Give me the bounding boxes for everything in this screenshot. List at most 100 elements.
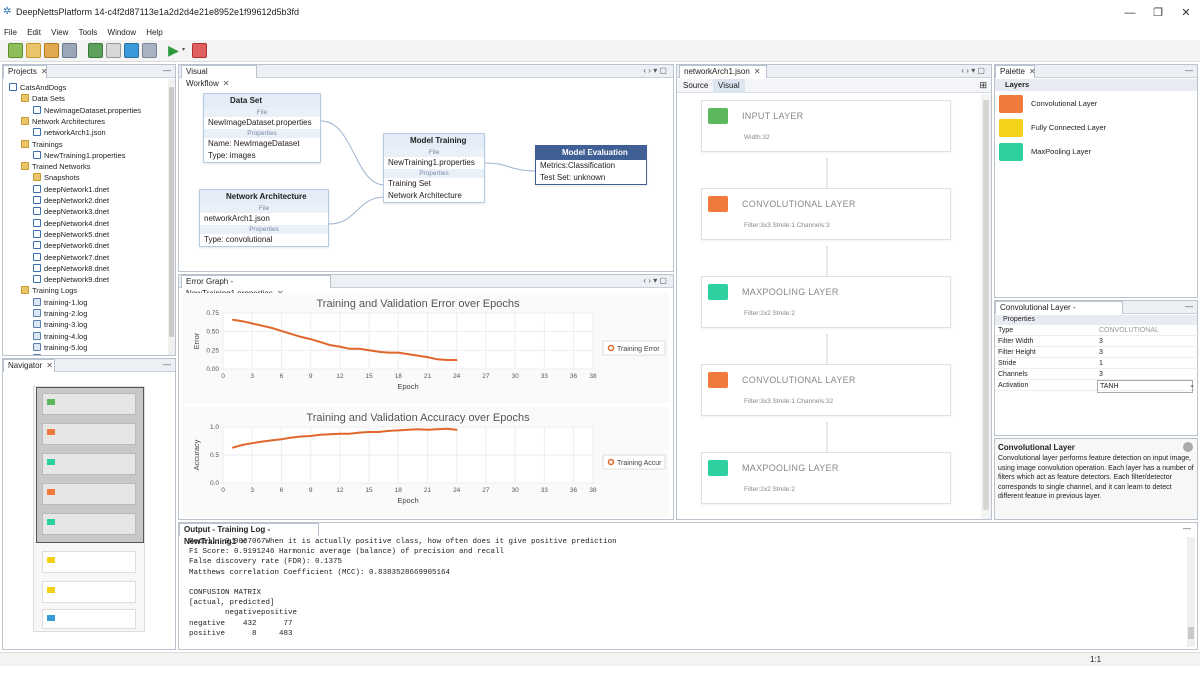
tree-item[interactable]: training-4.log xyxy=(33,331,87,342)
minimize-panel-icon[interactable]: — xyxy=(1185,66,1193,75)
run-icon[interactable]: ▶ xyxy=(166,43,181,58)
panel-controls-icon[interactable]: ‹ › ▾ ▢ xyxy=(961,66,985,75)
minimize-panel-icon[interactable]: — xyxy=(1183,524,1191,533)
tree-item[interactable]: deepNetwork7.dnet xyxy=(33,252,109,263)
palette-item[interactable]: MaxPooling Layer xyxy=(999,141,1193,163)
layer-card[interactable]: INPUT LAYER Width:32 xyxy=(701,100,951,152)
minimize-panel-icon[interactable]: — xyxy=(1185,302,1193,311)
property-row[interactable]: Filter Width 3 xyxy=(995,336,1199,347)
property-row[interactable]: Channels 3 xyxy=(995,369,1199,380)
stop-icon[interactable] xyxy=(192,43,207,58)
tree-item[interactable]: training-6.log xyxy=(33,353,87,355)
tab-properties[interactable]: Convolutional Layer - Properties✕ xyxy=(995,301,1123,324)
panel-controls-icon[interactable]: ‹ › ▾ ▢ xyxy=(643,66,667,75)
tree-item[interactable]: deepNetwork9.dnet xyxy=(33,274,109,285)
property-row[interactable]: Filter Height 3 xyxy=(995,347,1199,358)
layer-name: MAXPOOLING LAYER xyxy=(742,463,839,473)
menu-help[interactable]: Help xyxy=(146,26,162,40)
menu-edit[interactable]: Edit xyxy=(27,26,41,40)
dataset-icon[interactable] xyxy=(106,43,121,58)
node-network-architecture[interactable]: Network Architecture File networkArch1.j… xyxy=(199,189,329,247)
menu-tools[interactable]: Tools xyxy=(79,26,98,40)
canvas-scrollbar[interactable] xyxy=(981,94,991,519)
property-value[interactable]: 1 xyxy=(1099,358,1103,369)
palette-item[interactable]: Fully Connected Layer xyxy=(999,117,1193,139)
properties-section[interactable]: Properties xyxy=(995,315,1197,325)
layer-card[interactable]: MAXPOOLING LAYER Filter:2x2 Stride:2 xyxy=(701,452,951,504)
build-icon[interactable] xyxy=(88,43,103,58)
network-icon[interactable] xyxy=(124,43,139,58)
menu-view[interactable]: View xyxy=(51,26,68,40)
property-value[interactable]: TANH xyxy=(1097,380,1193,393)
layer-card[interactable]: MAXPOOLING LAYER Filter:2x2 Stride:2 xyxy=(701,276,951,328)
tab-visual-workflow[interactable]: Visual Workflow ✕ xyxy=(181,65,257,88)
tab-output[interactable]: Output - Training Log - NewTraining1 ✕ xyxy=(179,523,319,546)
node-model-evaluation[interactable]: Model Evaluation Metrics:Classification … xyxy=(535,145,647,185)
menu-file[interactable]: File xyxy=(4,26,17,40)
property-value[interactable]: 3 xyxy=(1099,347,1103,358)
layer-card[interactable]: CONVOLUTIONAL LAYER Filter:3x3 Stride:1 C… xyxy=(701,364,951,416)
property-value[interactable]: 3 xyxy=(1099,369,1103,380)
layer-card[interactable]: CONVOLUTIONAL LAYER Filter:3x3 Stride:1 C… xyxy=(701,188,951,240)
tree-item[interactable]: deepNetwork2.dnet xyxy=(33,195,109,206)
tree-item[interactable]: NewTraining1.properties xyxy=(33,150,125,161)
panel-controls-icon[interactable]: ‹ › ▾ ▢ xyxy=(643,276,667,285)
property-row[interactable]: Type CONVOLUTIONAL xyxy=(995,325,1199,336)
tree-item[interactable]: training-5.log xyxy=(33,342,87,353)
node-data-set[interactable]: Data Set File NewImageDataset.properties… xyxy=(203,93,321,163)
close-icon[interactable]: ✕ xyxy=(46,361,53,370)
training-icon[interactable] xyxy=(142,43,157,58)
tree-item[interactable]: training-1.log xyxy=(33,297,87,308)
tree-item[interactable]: deepNetwork8.dnet xyxy=(33,263,109,274)
menu-window[interactable]: Window xyxy=(108,26,136,40)
tree-item[interactable]: deepNetwork1.dnet xyxy=(33,184,109,195)
tree-item[interactable]: training-3.log xyxy=(33,319,87,330)
tree-item[interactable]: deepNetwork3.dnet xyxy=(33,206,109,217)
minimize-panel-icon[interactable]: — xyxy=(163,66,171,75)
tree-item[interactable]: deepNetwork4.dnet xyxy=(33,218,109,229)
close-icon[interactable]: ✕ xyxy=(1029,67,1036,76)
palette-item[interactable]: Convolutional Layer xyxy=(999,93,1193,115)
node-model-training[interactable]: Model Training File NewTraining1.propert… xyxy=(383,133,485,203)
minimize-panel-icon[interactable]: — xyxy=(163,360,171,369)
property-value[interactable]: 3 xyxy=(1099,336,1103,347)
new-project-icon[interactable] xyxy=(8,43,23,58)
output-scrollbar[interactable] xyxy=(1187,537,1195,647)
layer-canvas[interactable]: INPUT LAYER Width:32 CONVOLUTIONAL LAYER Fi… xyxy=(677,94,981,519)
new-file-icon[interactable] xyxy=(26,43,41,58)
tree-item[interactable]: networkArch1.json xyxy=(33,127,106,138)
palette-group-layers[interactable]: Layers xyxy=(995,79,1197,91)
tree-item[interactable]: Trainings xyxy=(21,139,63,150)
source-tab[interactable]: Source xyxy=(683,81,708,90)
visual-tab[interactable]: Visual xyxy=(713,79,745,93)
tree-item[interactable]: deepNetwork6.dnet xyxy=(33,240,109,251)
tree-item[interactable]: deepNetwork5.dnet xyxy=(33,229,109,240)
tree-item[interactable]: Data Sets xyxy=(21,93,65,104)
close-icon[interactable]: ✕ xyxy=(1166,4,1200,22)
close-icon[interactable]: ✕ xyxy=(41,67,48,76)
tree-item[interactable]: Training Logs xyxy=(21,285,77,296)
tab-network-arch[interactable]: networkArch1.json ✕ xyxy=(679,65,767,78)
x-tick-label: 15 xyxy=(365,487,373,494)
tree-item[interactable]: NewImageDataset.properties xyxy=(33,105,141,116)
property-row[interactable]: Activation TANH ⌄ xyxy=(995,380,1199,393)
chevron-down-icon[interactable]: ⌄ xyxy=(1189,380,1195,391)
projects-scrollbar[interactable] xyxy=(168,79,175,355)
tab-error-graph[interactable]: Error Graph - NewTraining1.properties ✕ xyxy=(181,275,331,298)
help-icon[interactable] xyxy=(1183,442,1193,452)
zoom-fit-icon[interactable]: ⊞ xyxy=(979,80,987,91)
tree-item[interactable]: Network Architectures xyxy=(21,116,105,127)
tab-palette[interactable]: Palette ✕ xyxy=(995,65,1036,78)
open-project-icon[interactable] xyxy=(44,43,59,58)
tree-item[interactable]: Trained Networks xyxy=(21,161,91,172)
tree-item[interactable]: CatsAndDogs xyxy=(9,82,66,93)
navigator-preview[interactable] xyxy=(33,386,145,632)
property-value[interactable]: CONVOLUTIONAL xyxy=(1099,325,1159,336)
tree-item[interactable]: training-2.log xyxy=(33,308,87,319)
tab-projects[interactable]: Projects ✕ xyxy=(3,65,48,78)
tab-navigator[interactable]: Navigator ✕ xyxy=(3,359,55,372)
save-all-icon[interactable] xyxy=(62,43,77,58)
property-row[interactable]: Stride 1 xyxy=(995,358,1199,369)
close-icon[interactable]: ✕ xyxy=(754,67,761,76)
tree-item[interactable]: Snapshots xyxy=(33,172,79,183)
